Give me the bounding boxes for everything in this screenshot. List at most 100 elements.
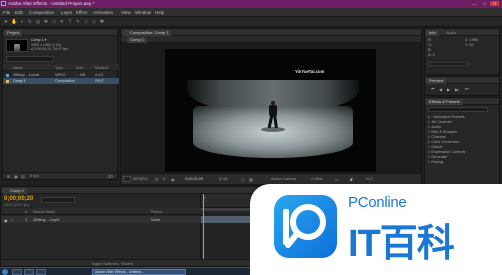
- pconline-logo-icon: [274, 195, 337, 258]
- viewer-footer-controls: 50%(Pv) ⊡ # ◉ 0;00;00;28 (Full) ▢ ▦ Acti…: [121, 173, 421, 184]
- composition-icon: [6, 79, 9, 83]
- exposure-value[interactable]: +0.0: [365, 177, 373, 181]
- rotate-tool-icon[interactable]: ↻: [27, 19, 33, 25]
- clone-stamp-tool-icon[interactable]: ⊥: [83, 19, 89, 25]
- transparency-grid-icon[interactable]: ▦: [249, 177, 253, 182]
- audio-meter: [428, 62, 468, 66]
- current-time-display[interactable]: 0;00;00;28: [185, 177, 203, 181]
- bit-depth-label[interactable]: 8 bpc: [30, 174, 39, 178]
- effects-presets-panel: Effects & Presets ▸ * Animation Presets ▸…: [424, 97, 500, 185]
- next-frame-icon[interactable]: ▶|: [455, 87, 459, 92]
- timeline-frame-rate: 00020 (29.97 fps): [4, 203, 29, 207]
- column-layer-index: #: [25, 209, 27, 214]
- taskbar-app-icon[interactable]: [12, 269, 22, 275]
- pan-behind-tool-icon[interactable]: ✥: [43, 19, 49, 25]
- timeline-current-time[interactable]: 0;00;00;20: [4, 196, 33, 202]
- menu-edit[interactable]: Edit: [15, 10, 23, 15]
- prev-frame-icon[interactable]: ◀: [439, 87, 442, 92]
- close-button[interactable]: ✕: [490, 1, 499, 6]
- taskbar-app-icon[interactable]: [36, 269, 46, 275]
- view-layout-select[interactable]: 1 View: [311, 177, 322, 181]
- current-time-indicator[interactable]: [203, 194, 204, 266]
- minimize-button[interactable]: —: [470, 1, 479, 6]
- camera-tool-icon[interactable]: ◎: [35, 19, 41, 25]
- snapshot-icon[interactable]: ◉: [171, 177, 174, 182]
- project-item-selected[interactable]: Comp 1 Composition 29.97: [3, 78, 119, 84]
- footage-icon: [6, 73, 9, 77]
- magnification-select[interactable]: 50%(Pv): [133, 177, 148, 181]
- project-panel: Project Comp 1 ▾ 1920 x 1080 (1.00) Δ 0;…: [2, 28, 119, 180]
- project-search-input[interactable]: [6, 56, 54, 62]
- comp-breadcrumb[interactable]: Comp 1: [127, 36, 148, 43]
- menu-file[interactable]: File: [3, 10, 10, 15]
- layer-parent-select[interactable]: None: [151, 218, 160, 222]
- new-folder-icon[interactable]: ▣: [14, 174, 18, 179]
- taskbar-task-after-effects[interactable]: Adobe After Effects - Untitled...: [92, 269, 186, 275]
- project-bottom-bar: ⊞ ▣ ▤ 8 bpc ⌫: [3, 172, 117, 179]
- selected-comp-name[interactable]: Comp 1 ▾: [31, 38, 46, 42]
- preview-tab-bar: Preview: [425, 77, 499, 84]
- viewer-canvas[interactable]: YinYueTai.com: [121, 43, 421, 173]
- puppet-tool-icon[interactable]: ✱: [99, 19, 105, 25]
- safe-zones-icon[interactable]: ⊡: [155, 177, 158, 182]
- hand-tool-icon[interactable]: ✋: [11, 19, 17, 25]
- effects-search-input[interactable]: [428, 107, 488, 112]
- visibility-eye-icon[interactable]: ◉: [4, 218, 7, 223]
- menu-layer[interactable]: Layer: [61, 10, 72, 15]
- selection-tool-icon[interactable]: ➤: [3, 19, 9, 25]
- info-green: G:: [428, 43, 433, 47]
- zoom-tool-icon[interactable]: ⌕: [19, 19, 25, 25]
- eraser-tool-icon[interactable]: ◇: [91, 19, 97, 25]
- menu-animation[interactable]: Animation: [93, 10, 113, 15]
- toggle-switches-modes[interactable]: Toggle Switches / Modes: [91, 262, 133, 266]
- column-type[interactable]: Type: [55, 66, 63, 70]
- tab-composition[interactable]: Composition: Comp 1: [123, 29, 172, 36]
- always-preview-icon[interactable]: [123, 176, 131, 182]
- tab-preview[interactable]: Preview: [426, 77, 447, 84]
- toggle-pixel-aspect-icon[interactable]: ▭: [335, 177, 339, 182]
- menu-help[interactable]: Help: [155, 10, 164, 15]
- tab-comp-timeline[interactable]: Comp 1: [3, 187, 28, 194]
- column-media-duration[interactable]: Media D: [95, 66, 108, 70]
- text-tool-icon[interactable]: T: [67, 19, 73, 25]
- layer-name[interactable]: 3Wieuy ...Lmp4: [33, 218, 59, 222]
- column-parent[interactable]: Parent: [151, 210, 162, 214]
- tab-info[interactable]: Info: [426, 29, 439, 36]
- tab-project[interactable]: Project: [4, 29, 23, 36]
- resolution-select[interactable]: (Full): [219, 177, 228, 181]
- comp-duration: Δ 0;00;00;20, 29.97 fps: [31, 47, 68, 51]
- timeline-layer-row[interactable]: ◉ ♪ 1 3Wieuy ...Lmp4 None: [1, 216, 201, 223]
- pen-tool-icon[interactable]: ✒: [59, 19, 65, 25]
- column-source-name[interactable]: Source Name: [33, 210, 55, 214]
- tab-effects-presets[interactable]: Effects & Presets: [426, 98, 463, 105]
- info-red: R:: [428, 38, 432, 42]
- effects-category[interactable]: ▸ Keying: [428, 159, 443, 164]
- interpret-footage-icon[interactable]: ⊞: [7, 174, 10, 179]
- fast-previews-icon[interactable]: ⚡: [349, 177, 354, 182]
- grid-icon[interactable]: #: [163, 177, 165, 181]
- rectangle-tool-icon[interactable]: ▭: [51, 19, 57, 25]
- menu-view[interactable]: View: [121, 10, 131, 15]
- tab-audio[interactable]: Audio: [443, 30, 459, 36]
- taskbar-app-icon[interactable]: [24, 269, 34, 275]
- pconline-badge: PConline IT百科: [250, 184, 502, 275]
- trash-icon[interactable]: ⌫: [107, 174, 112, 179]
- viewer-tab-bar: Composition: Comp 1: [121, 29, 421, 36]
- info-panel: Info Audio R: G: B: A: 0 X: 1996 Y: 52: [424, 28, 500, 75]
- first-frame-icon[interactable]: ⏮: [431, 87, 434, 91]
- menu-composition[interactable]: Composition: [29, 10, 54, 15]
- menu-effect[interactable]: Effect: [76, 10, 87, 15]
- column-name[interactable]: Name: [13, 66, 23, 70]
- brush-tool-icon[interactable]: ✎: [75, 19, 81, 25]
- last-frame-icon[interactable]: ⏭: [465, 87, 468, 91]
- timeline-search-input[interactable]: [41, 197, 75, 203]
- audio-speaker-icon[interactable]: ♪: [11, 218, 13, 222]
- menu-window[interactable]: Window: [135, 10, 151, 15]
- start-button-icon[interactable]: [2, 269, 8, 275]
- region-of-interest-icon[interactable]: ▢: [241, 177, 245, 182]
- maximize-button[interactable]: □: [480, 1, 489, 6]
- camera-view-select[interactable]: Active Camera: [271, 177, 296, 181]
- column-size[interactable]: Size: [76, 66, 83, 70]
- new-comp-icon[interactable]: ▤: [21, 174, 25, 179]
- play-icon[interactable]: ▶: [447, 87, 450, 92]
